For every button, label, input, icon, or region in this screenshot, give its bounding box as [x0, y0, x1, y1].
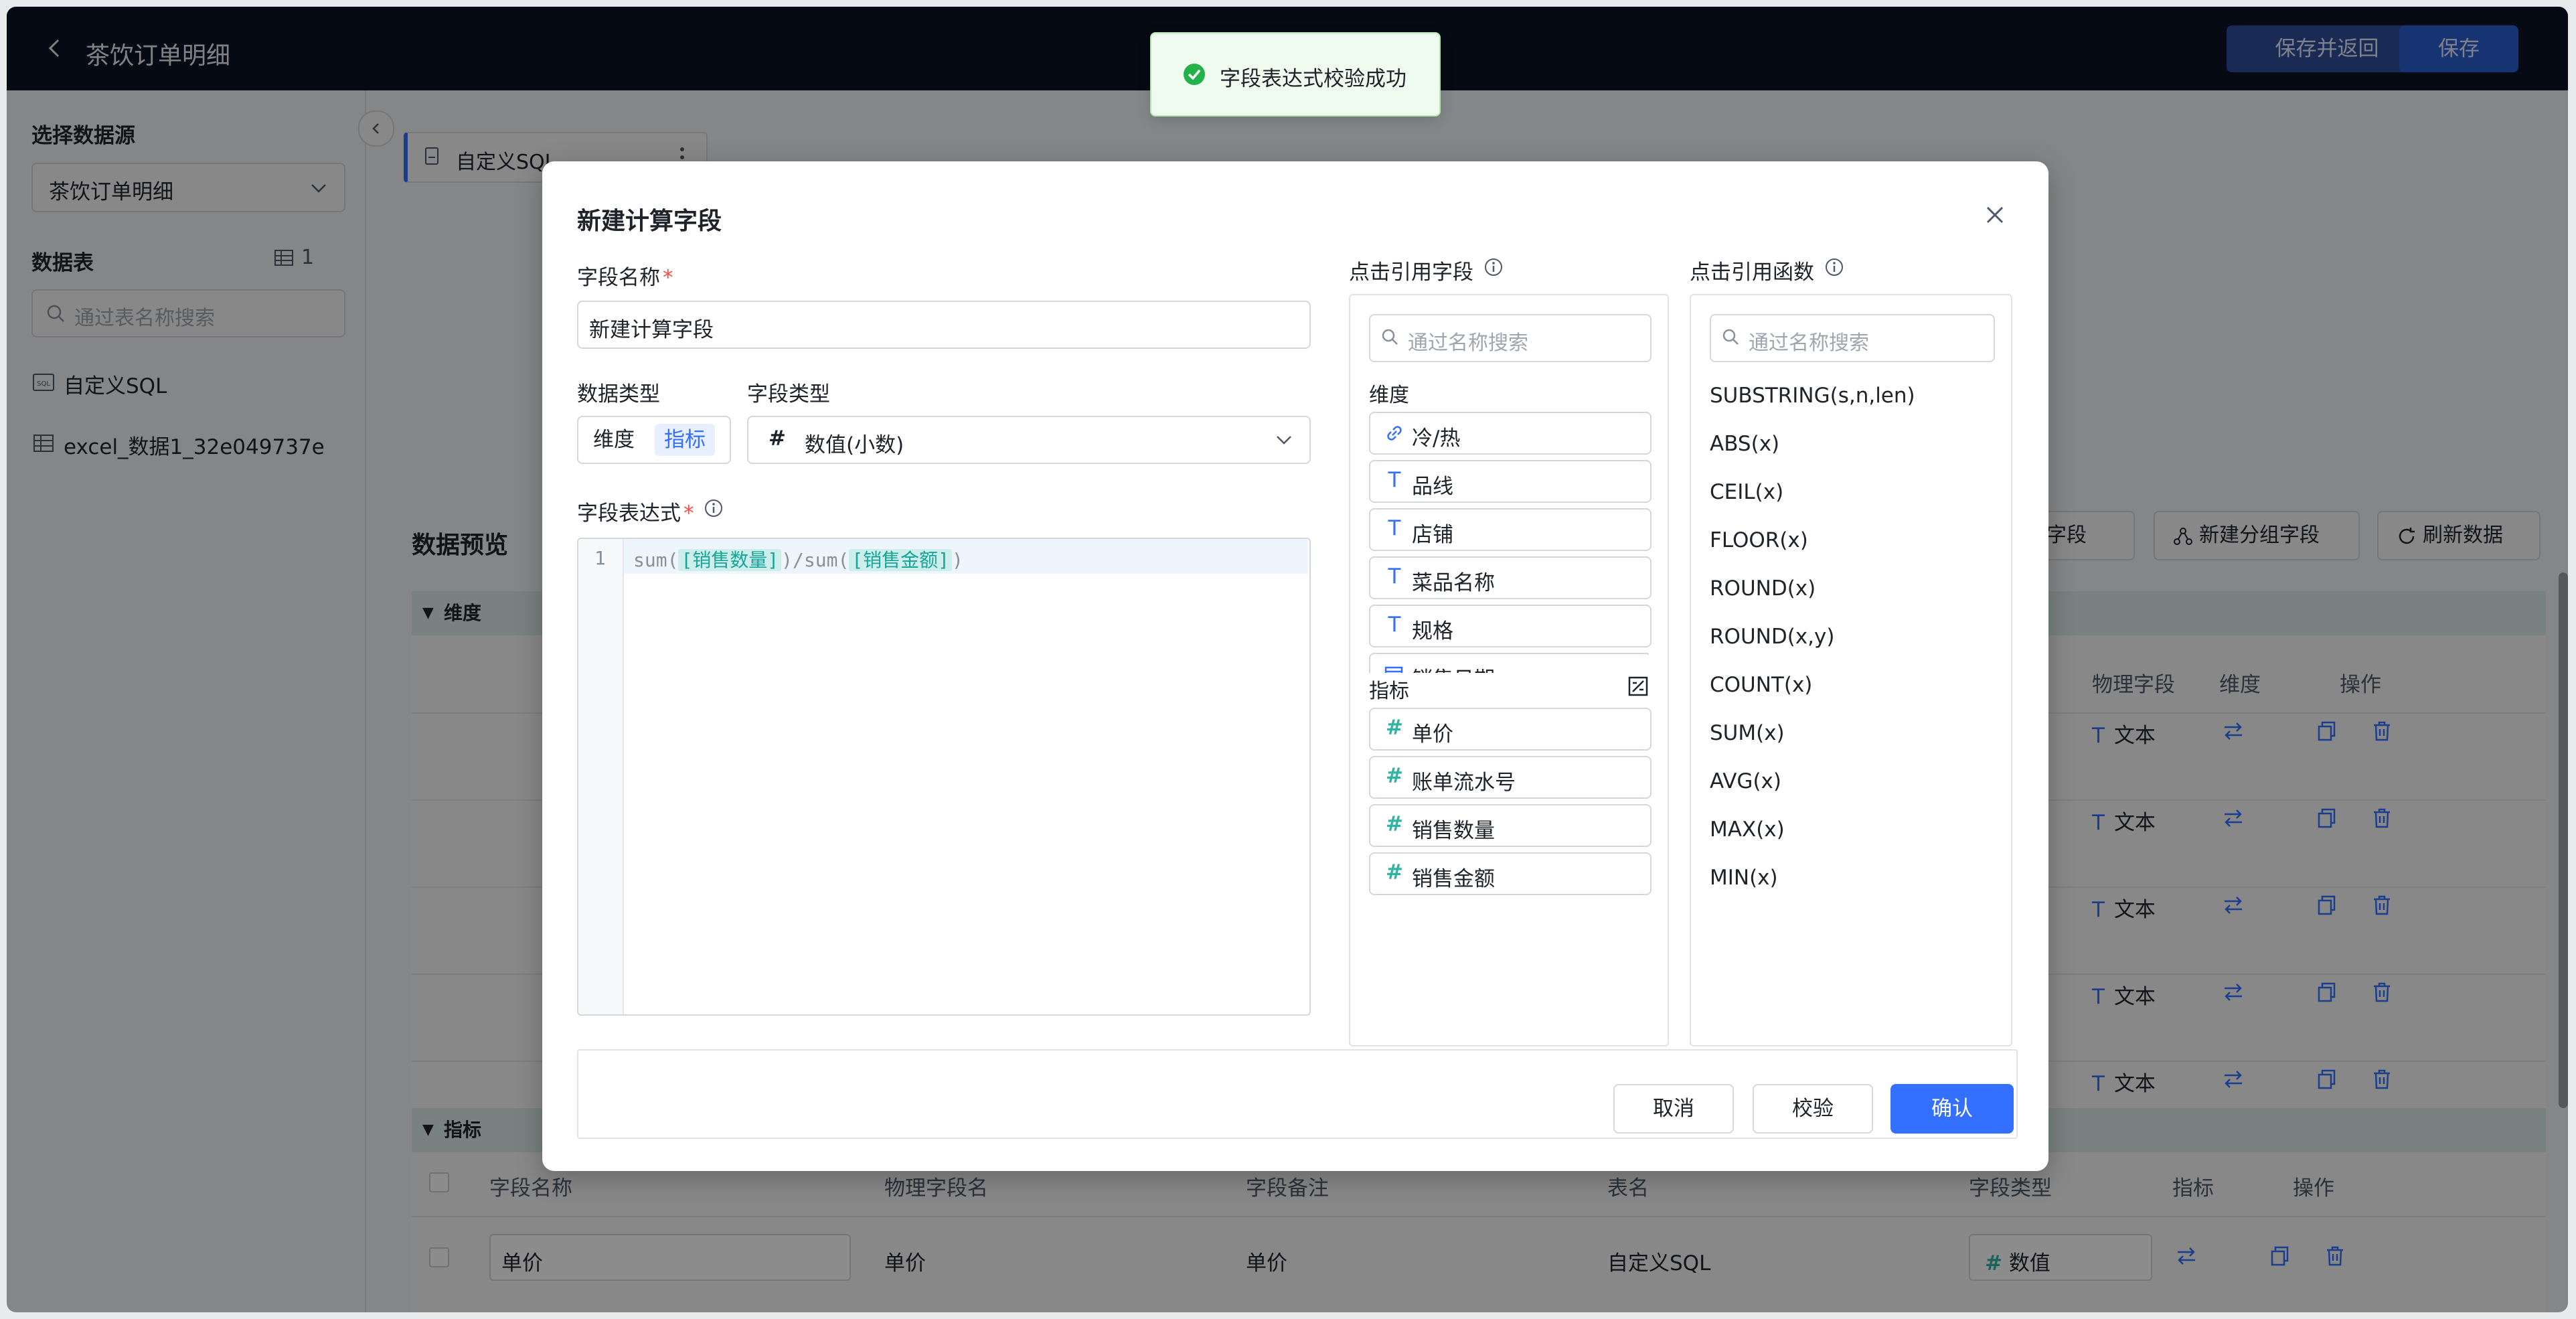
text-type-icon: T — [1388, 564, 1401, 589]
app-window: 茶饮订单明细 保存并返回 保存 选择数据源 茶饮订单明细 数据表 1 通过表名称… — [7, 7, 2568, 1312]
formula-icon[interactable] — [1627, 676, 1649, 697]
field-name-label: 字段名称 * — [577, 260, 673, 291]
search-icon — [1382, 329, 1398, 345]
code-text: ) — [952, 549, 963, 571]
field-name-value: 新建计算字段 — [589, 318, 714, 342]
function-item[interactable]: FLOOR(x) — [1710, 528, 1808, 552]
fields-panel: 通过名称搜索 维度 冷/热 T 品线 T 店铺 T 菜品名称 T 规格 指标 #… — [1349, 294, 1669, 1046]
field-chip-label: 销售数量 — [1412, 819, 1495, 843]
search-placeholder: 通过名称搜索 — [1749, 331, 1869, 355]
check-circle-icon — [1184, 64, 1205, 85]
required-mark: * — [683, 501, 694, 526]
field-type-select[interactable]: # 数值(小数) — [747, 416, 1311, 464]
toast-message: 字段表达式校验成功 — [1220, 67, 1406, 91]
data-type-option-dimension[interactable]: 维度 — [584, 424, 644, 456]
expression-label: 字段表达式 * — [577, 496, 694, 526]
text-type-icon: T — [1388, 516, 1401, 540]
field-chip-label: 店铺 — [1412, 523, 1453, 547]
field-chip-label: 品线 — [1412, 475, 1453, 499]
validate-button[interactable]: 校验 — [1753, 1084, 1873, 1134]
number-type-icon: # — [769, 426, 786, 451]
field-chip-label: 菜品名称 — [1412, 571, 1495, 595]
new-calculated-field-dialog: 新建计算字段 字段名称 * 新建计算字段 数据类型 字段类型 维度 指标 # 数值… — [542, 161, 2048, 1171]
field-chip-label: 单价 — [1412, 722, 1453, 747]
field-chip-bill-serial[interactable]: # 账单流水号 — [1369, 756, 1652, 799]
function-item[interactable]: MAX(x) — [1710, 818, 1785, 842]
line-number: 1 — [594, 547, 606, 569]
field-chip-store[interactable]: T 店铺 — [1369, 508, 1652, 551]
dimension-group-label: 维度 — [1369, 384, 1409, 407]
data-type-label: 数据类型 — [577, 382, 660, 406]
cancel-button[interactable]: 取消 — [1613, 1084, 1734, 1134]
field-chip-sales-qty[interactable]: # 销售数量 — [1369, 804, 1652, 847]
editor-gutter: 1 — [578, 539, 624, 1014]
field-search-input[interactable]: 通过名称搜索 — [1369, 314, 1652, 362]
fields-panel-title: 点击引用字段 — [1349, 260, 1473, 285]
function-item[interactable]: MIN(x) — [1710, 866, 1778, 890]
code-text: )/sum( — [781, 549, 850, 571]
field-chip-label: 冷/热 — [1412, 426, 1461, 451]
info-icon[interactable] — [703, 497, 724, 519]
number-type-icon: # — [1386, 860, 1403, 884]
functions-panel: 通过名称搜索 SUBSTRING(s,n,len) ABS(x) CEIL(x)… — [1690, 294, 2012, 1046]
field-chip-label: 规格 — [1412, 619, 1453, 643]
function-search-input[interactable]: 通过名称搜索 — [1710, 314, 1995, 362]
link-icon — [1387, 426, 1402, 441]
calendar-icon — [1384, 666, 1403, 673]
function-item[interactable]: ROUND(x,y) — [1710, 625, 1834, 649]
field-chip-sale-date[interactable]: 销售日期 — [1369, 653, 1649, 673]
search-icon — [1722, 329, 1739, 345]
dialog-title: 新建计算字段 — [577, 208, 722, 235]
text-type-icon: T — [1388, 468, 1401, 492]
chevron-down-icon — [1277, 436, 1291, 445]
field-chip-spec[interactable]: T 规格 — [1369, 605, 1652, 647]
functions-panel-title: 点击引用函数 — [1690, 260, 1814, 285]
field-chip-sales-amount[interactable]: # 销售金额 — [1369, 852, 1652, 895]
field-type-value: 数值(小数) — [805, 433, 904, 457]
field-chip-label: 销售日期 — [1412, 662, 1495, 673]
function-item[interactable]: ROUND(x) — [1710, 576, 1816, 601]
function-item[interactable]: SUBSTRING(s,n,len) — [1710, 384, 1915, 408]
function-item[interactable]: COUNT(x) — [1710, 673, 1812, 697]
expression-editor[interactable]: 1 sum([销售数量])/sum([销售金额]) — [577, 538, 1311, 1016]
metric-group-label: 指标 — [1369, 680, 1409, 703]
required-mark: * — [663, 266, 673, 290]
field-chip-unit-price[interactable]: # 单价 — [1369, 708, 1652, 751]
function-item[interactable]: AVG(x) — [1710, 769, 1781, 793]
function-item[interactable]: CEIL(x) — [1710, 480, 1783, 504]
field-type-label: 字段类型 — [747, 382, 830, 406]
label-text: 字段名称 — [577, 266, 660, 290]
field-token: [销售金额] — [849, 549, 953, 571]
field-chip-hot-cold[interactable]: 冷/热 — [1369, 412, 1652, 455]
number-type-icon: # — [1386, 812, 1403, 836]
field-chip-label: 销售金额 — [1412, 867, 1495, 891]
field-chip-dish-name[interactable]: T 菜品名称 — [1369, 556, 1652, 599]
field-chip-label: 账单流水号 — [1412, 771, 1516, 795]
data-type-option-metric[interactable]: 指标 — [655, 424, 715, 456]
close-icon[interactable] — [1982, 202, 2008, 228]
search-placeholder: 通过名称搜索 — [1408, 331, 1528, 355]
expression-code: sum([销售数量])/sum([销售金额]) — [633, 546, 963, 572]
confirm-button[interactable]: 确认 — [1890, 1084, 2014, 1134]
number-type-icon: # — [1386, 716, 1403, 740]
field-name-input[interactable]: 新建计算字段 — [577, 301, 1311, 349]
info-icon[interactable] — [1483, 256, 1504, 278]
success-toast: 字段表达式校验成功 — [1150, 32, 1441, 117]
function-item[interactable]: ABS(x) — [1710, 432, 1779, 456]
data-type-toggle: 维度 指标 — [577, 416, 731, 464]
text-type-icon: T — [1388, 613, 1401, 637]
code-text: sum( — [633, 549, 679, 571]
function-item[interactable]: SUM(x) — [1710, 721, 1785, 745]
clipped-list-area: 销售日期 — [1369, 653, 1649, 673]
number-type-icon: # — [1386, 764, 1403, 788]
label-text: 字段表达式 — [577, 501, 681, 526]
info-icon[interactable] — [1824, 256, 1845, 278]
field-chip-product-line[interactable]: T 品线 — [1369, 460, 1652, 503]
field-token: [销售数量] — [678, 549, 782, 571]
